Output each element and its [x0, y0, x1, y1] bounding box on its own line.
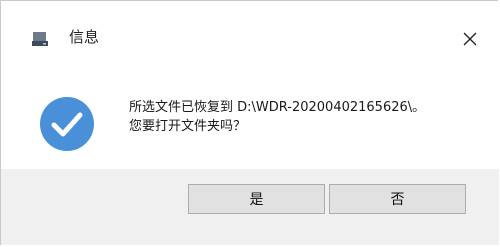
info-dialog: 信息 所选文件已恢复到 D:\WDR-20200402165626\。 您要打开…: [0, 0, 499, 245]
message-text: 所选文件已恢复到 D:\WDR-20200402165626\。 您要打开文件夹…: [129, 98, 425, 136]
close-icon: [463, 32, 477, 46]
check-circle-icon: [39, 96, 95, 152]
dialog-title: 信息: [69, 28, 100, 46]
no-button[interactable]: 否: [329, 184, 466, 214]
yes-button[interactable]: 是: [188, 184, 325, 214]
app-drive-icon: [31, 30, 49, 48]
message-line-2: 您要打开文件夹吗？: [129, 119, 247, 134]
dialog-body: 所选文件已恢复到 D:\WDR-20200402165626\。 您要打开文件夹…: [1, 59, 499, 169]
close-button[interactable]: [441, 1, 499, 59]
message-line-1: 所选文件已恢复到 D:\WDR-20200402165626\。: [129, 100, 426, 115]
title-bar[interactable]: 信息: [1, 1, 499, 59]
button-bar: 是 否: [1, 169, 499, 245]
